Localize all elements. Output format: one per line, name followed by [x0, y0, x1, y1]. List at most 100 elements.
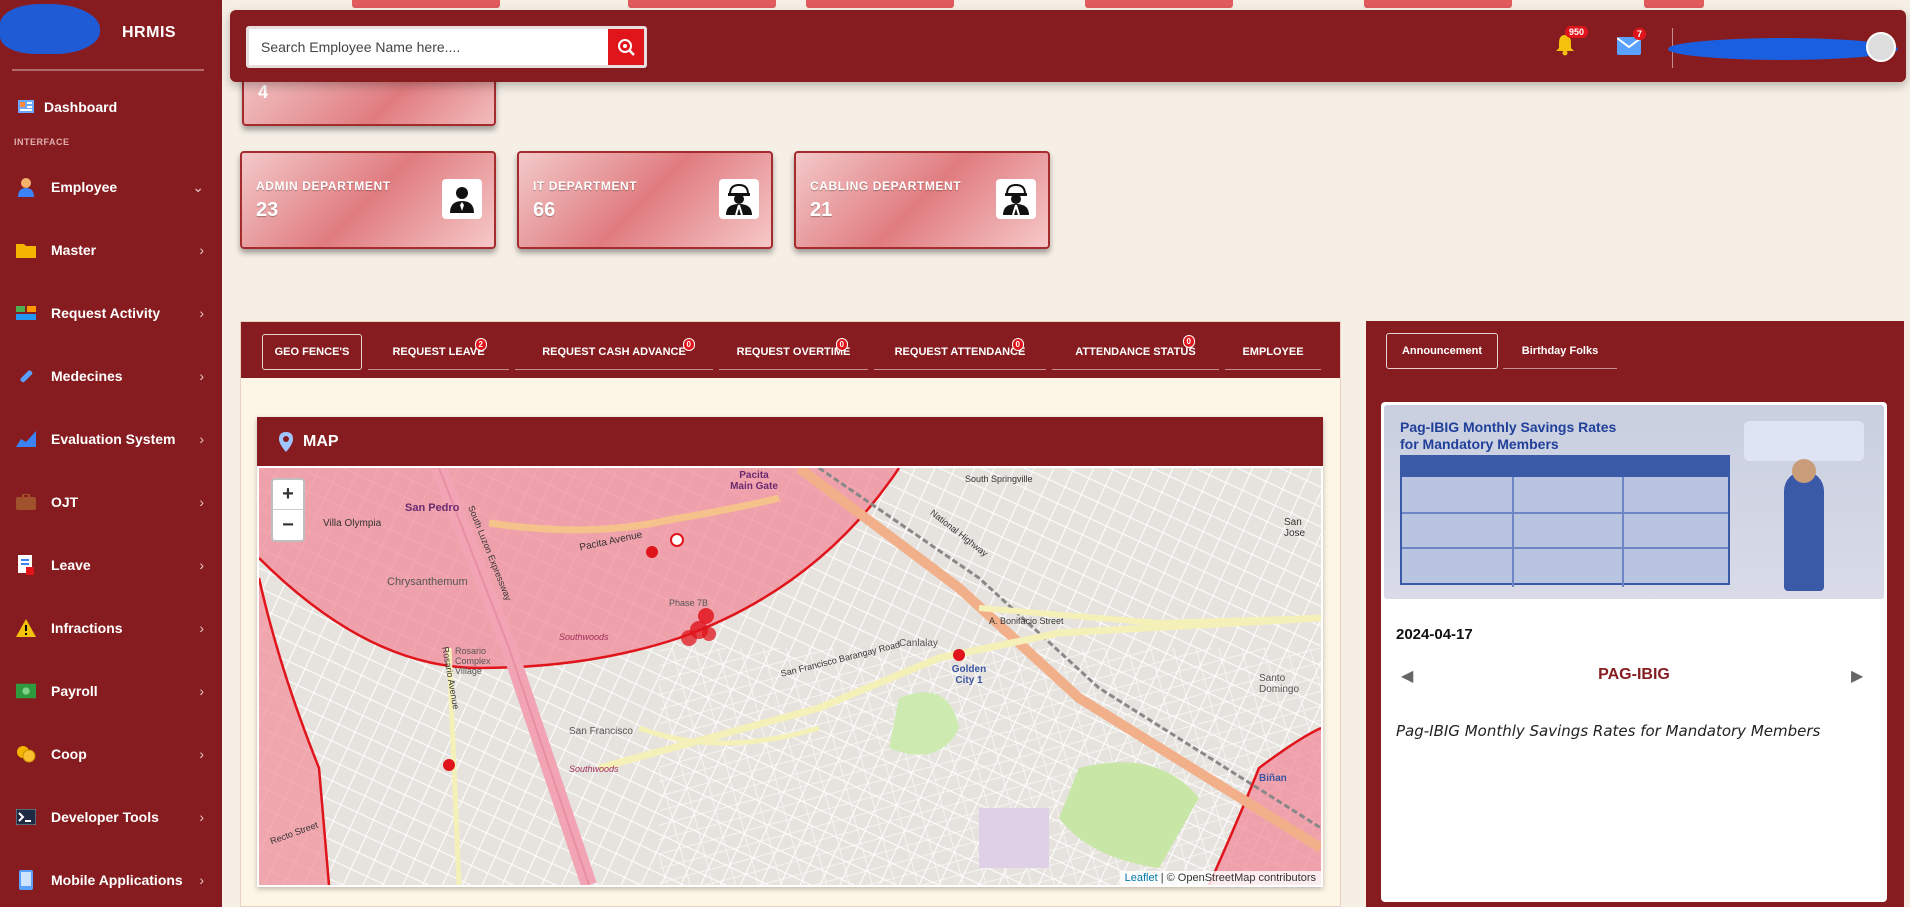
sidebar-item-developer-tools[interactable]: Developer Tools ›	[0, 797, 222, 837]
tab-badge: 2	[474, 338, 487, 351]
user-tie-icon	[442, 179, 482, 219]
sidebar-item-coop[interactable]: Coop ›	[0, 734, 222, 774]
tab-request-overtime[interactable]: REQUEST OVERTIME 0	[719, 334, 868, 370]
sidebar-item-dashboard[interactable]: Dashboard	[0, 87, 222, 127]
rates-table-graphic	[1400, 455, 1730, 587]
admin-department-card[interactable]: ADMIN DEPARTMENT 23	[240, 151, 496, 249]
sidebar-item-infractions[interactable]: Infractions ›	[0, 608, 222, 648]
sidebar-item-label: Evaluation System	[51, 431, 176, 447]
zoom-in-button[interactable]: +	[273, 480, 303, 510]
sidebar-item-ojt[interactable]: OJT ›	[0, 482, 222, 522]
notifications-badge: 950	[1565, 26, 1589, 38]
map-header: MAP	[257, 417, 1323, 466]
sidebar-item-label: Leave	[51, 557, 91, 573]
tab-label: REQUEST CASH ADVANCE	[542, 345, 686, 358]
search-box	[246, 26, 647, 68]
top-navbar: 950 7	[230, 10, 1906, 82]
sidebar-item-payroll[interactable]: Payroll ›	[0, 671, 222, 711]
map-label: Biñan	[1259, 773, 1287, 784]
map-label: Canlalay	[899, 638, 938, 649]
sidebar-item-medecines[interactable]: Medecines ›	[0, 356, 222, 396]
tab-badge: 0	[1011, 338, 1024, 351]
announcement-title: PAG-IBIG	[1598, 666, 1670, 683]
map-label: Santo Domingo	[1259, 673, 1300, 695]
zoom-control: + −	[271, 478, 305, 542]
chevron-right-icon: ›	[199, 746, 204, 762]
folder-icon	[16, 240, 36, 260]
card-value: 21	[810, 199, 833, 221]
sidebar-item-label: Employee	[51, 179, 118, 195]
chevron-right-icon: ›	[199, 368, 204, 384]
announcement-image: Pag-IBIG Monthly Savings Rates for Manda…	[1384, 405, 1884, 599]
geo-fence-panel: GEO FENCE'S REQUEST LEAVE 2 REQUEST CASH …	[240, 321, 1341, 907]
chevron-down-icon: ⌄	[192, 178, 204, 195]
sidebar-item-evaluation-system[interactable]: Evaluation System ›	[0, 419, 222, 459]
card-value: 23	[256, 199, 279, 221]
map-label: Phase 7B	[669, 598, 709, 608]
tab-request-leave[interactable]: REQUEST LEAVE 2	[368, 334, 509, 370]
mobile-icon	[16, 870, 36, 890]
search-input[interactable]	[249, 29, 611, 65]
sidebar-item-label: Payroll	[51, 683, 98, 699]
map-label: Chrysanthemum	[387, 576, 468, 588]
avatar[interactable]	[1866, 32, 1896, 62]
chevron-right-icon: ›	[199, 872, 204, 888]
coins-icon	[16, 744, 36, 764]
tab-attendance-status[interactable]: ATTENDANCE STATUS 0	[1052, 334, 1219, 370]
announcement-panel: Announcement Birthday Folks Pag-IBIG Mon…	[1366, 321, 1904, 907]
sidebar-item-request-activity[interactable]: Request Activity ›	[0, 293, 222, 333]
tab-employee[interactable]: EMPLOYEE	[1225, 334, 1321, 370]
money-icon	[16, 681, 36, 701]
map-title: MAP	[303, 432, 339, 450]
chevron-right-icon: ›	[199, 431, 204, 447]
tab-geo-fences[interactable]: GEO FENCE'S	[262, 334, 362, 370]
card-title: CABLING DEPARTMENT	[810, 179, 962, 193]
card-edge	[1364, 0, 1512, 8]
chart-icon	[16, 429, 36, 449]
briefcase-icon	[16, 492, 36, 512]
sidebar-item-label: Dashboard	[44, 99, 118, 115]
sidebar-item-label: Request Activity	[51, 305, 161, 321]
sidebar-item-mobile-applications[interactable]: Mobile Applications ›	[0, 860, 222, 900]
tab-label: REQUEST OVERTIME	[736, 345, 851, 358]
map-label: Southwoods	[559, 632, 609, 642]
user-name-redacted[interactable]	[1668, 38, 1898, 60]
zoom-out-button[interactable]: −	[273, 510, 303, 540]
notifications-button[interactable]: 950	[1555, 26, 1589, 61]
messages-button[interactable]: 7	[1616, 28, 1647, 60]
logo	[0, 4, 100, 54]
tab-label: Announcement	[1401, 345, 1483, 357]
map-view[interactable]: San Pedro Pacita Main Gate South Springv…	[259, 468, 1321, 885]
it-department-card[interactable]: IT DEPARTMENT 66	[517, 151, 773, 249]
tab-announcement[interactable]: Announcement	[1386, 333, 1498, 369]
next-arrow-icon[interactable]: ▶	[1851, 666, 1863, 686]
sidebar-item-label: Medecines	[51, 368, 123, 384]
map-label: San Jose	[1284, 517, 1306, 539]
map-label: Villa Olympia	[323, 518, 382, 529]
tab-birthday-folks[interactable]: Birthday Folks	[1503, 333, 1617, 369]
leaflet-link[interactable]: Leaflet	[1125, 872, 1158, 884]
sidebar-item-label: Infractions	[51, 620, 123, 636]
chevron-right-icon: ›	[199, 620, 204, 636]
tab-request-cash-advance[interactable]: REQUEST CASH ADVANCE 0	[515, 334, 713, 370]
tab-label: REQUEST ATTENDANCE	[894, 345, 1026, 358]
map-label: South Springville	[965, 474, 1033, 484]
sidebar: HRMIS Dashboard INTERFACE Employee ⌄ Mas…	[0, 0, 222, 907]
cabling-department-card[interactable]: CABLING DEPARTMENT 21	[794, 151, 1050, 249]
search-button[interactable]	[608, 29, 644, 65]
card-edge	[1085, 0, 1233, 8]
tab-request-attendance[interactable]: REQUEST ATTENDANCE 0	[874, 334, 1046, 370]
sidebar-item-master[interactable]: Master ›	[0, 230, 222, 270]
tab-label: ATTENDANCE STATUS	[1075, 345, 1196, 358]
sidebar-item-label: Master	[51, 242, 97, 258]
tab-label: Birthday Folks	[1521, 344, 1599, 357]
card-title: ADMIN DEPARTMENT	[256, 179, 391, 193]
tab-badge: 0	[835, 338, 848, 351]
sidebar-item-employee[interactable]: Employee ⌄	[0, 167, 222, 207]
sidebar-item-label: Coop	[51, 746, 87, 762]
sidebar-item-leave[interactable]: Leave ›	[0, 545, 222, 585]
map-label: Pacita Main Gate	[730, 470, 778, 492]
map-card: MAP San Pedro Pacita Main Gate South Spr…	[257, 417, 1323, 887]
card-edge	[1644, 0, 1704, 8]
dashboard-icon	[16, 97, 36, 117]
